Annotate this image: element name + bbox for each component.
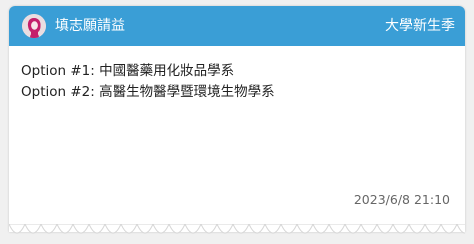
card-header: 填志願請益 大學新生季	[9, 6, 465, 46]
avatar	[22, 14, 46, 38]
forum-title[interactable]: 填志願請益	[55, 17, 125, 35]
option-item-1: Option #1: 中國醫藥用化妝品學系	[21, 63, 235, 79]
post-timestamp: 2023/6/8 21:10	[353, 192, 450, 207]
option-item-2: Option #2: 高醫生物醫學暨環境生物學系	[21, 84, 275, 100]
torn-edge-decoration	[9, 224, 465, 234]
post-preview-frame: 填志願請益 大學新生季 Option #1: 中國醫藥用化妝品學系 Option…	[0, 0, 474, 244]
post-options: Option #1: 中國醫藥用化妝品學系 Option #2: 高醫生物醫學暨…	[21, 61, 451, 103]
school-label[interactable]: 大學新生季	[385, 17, 455, 35]
post-card[interactable]: 填志願請益 大學新生季 Option #1: 中國醫藥用化妝品學系 Option…	[9, 6, 465, 232]
pink-girl-avatar-icon	[22, 14, 46, 38]
